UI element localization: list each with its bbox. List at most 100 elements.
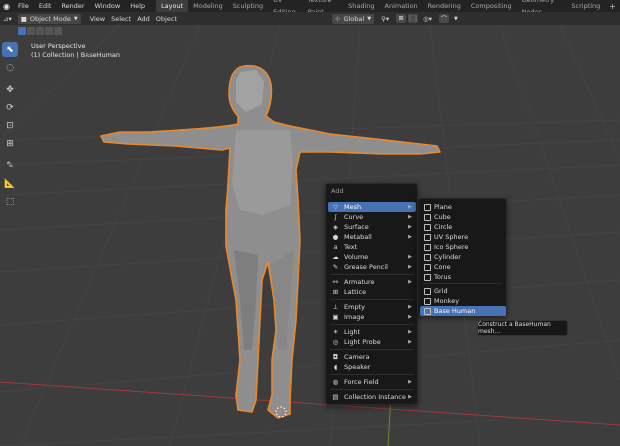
falloff-dropdown-icon[interactable]: ▼ <box>451 14 461 24</box>
add-menu-popup: Add ▽ Mesh ▶ ∫ Curve ▶ ◈ Surface ▶ ● Metaball ▶ a Tex… <box>325 183 418 405</box>
add-workspace-button[interactable]: + <box>605 2 620 11</box>
chevron-right-icon: ▶ <box>408 314 412 320</box>
menu-help[interactable]: Help <box>125 0 150 12</box>
tab-animation[interactable]: Animation <box>380 0 423 12</box>
add-menu-item-surface[interactable]: ◈ Surface ▶ <box>328 222 416 232</box>
3d-viewport[interactable] <box>0 25 620 446</box>
mesh-menu-item-ico-sphere[interactable]: Ico Sphere <box>420 242 506 252</box>
add-menu-item-speaker[interactable]: ◖ Speaker <box>328 362 416 372</box>
add-menu-item-collection-instance[interactable]: ▤ Collection Instance ▶ <box>328 392 416 402</box>
add-menu-item-image[interactable]: ▣ Image ▶ <box>328 312 416 322</box>
object-menu[interactable]: Object <box>153 14 180 24</box>
mode-dropdown[interactable]: ■ Object Mode ▼ <box>17 13 81 24</box>
mesh-menu-item-cylinder[interactable]: Cylinder <box>420 252 506 262</box>
chevron-right-icon: ▶ <box>408 214 412 220</box>
mesh-menu-item-circle[interactable]: Circle <box>420 222 506 232</box>
add-menu-item-label: Light Probe <box>344 338 381 346</box>
add-menu-item-mesh[interactable]: ▽ Mesh ▶ <box>328 202 416 212</box>
add-menu-item-label: Collection Instance <box>344 393 406 401</box>
mesh-menu-item-label: Grid <box>434 287 448 295</box>
circle-icon <box>424 223 431 231</box>
mesh-menu-item-grid[interactable]: Grid <box>420 286 506 296</box>
add-menu-item-force-field[interactable]: ◍ Force Field ▶ <box>328 377 416 387</box>
mesh-menu-item-label: Torus <box>434 273 452 281</box>
torso-shading <box>232 130 293 215</box>
add-menu-item-light-probe[interactable]: ◎ Light Probe ▶ <box>328 337 416 347</box>
mesh-menu-item-label: Cube <box>434 213 451 221</box>
add-menu-item-grease-pencil[interactable]: ✎ Grease Pencil ▶ <box>328 262 416 272</box>
add-menu[interactable]: Add <box>134 14 153 24</box>
mesh-menu-item-plane[interactable]: Plane <box>420 202 506 212</box>
header-right-controls: ⊹ Global ▼ ⚲▾ ⊠ ⋮⋮ ◎▾ ⌒ ▼ <box>332 13 461 24</box>
mesh-menu-item-base-human[interactable]: Base Human <box>420 306 506 316</box>
add-menu-item-camera[interactable]: ◘ Camera <box>328 352 416 362</box>
armature-icon: ⚯ <box>332 278 339 286</box>
curve-falloff-icon[interactable]: ⌒ <box>439 14 450 23</box>
menu-edit[interactable]: Edit <box>34 0 57 12</box>
light-icon: ☀ <box>332 328 339 336</box>
menu-divider <box>330 274 414 275</box>
add-menu-item-metaball[interactable]: ● Metaball ▶ <box>328 232 416 242</box>
proportional-edit-icon[interactable]: ◎▾ <box>420 14 435 24</box>
add-menu-item-label: Camera <box>344 353 370 361</box>
menu-window[interactable]: Window <box>90 0 126 12</box>
editor-type-icon[interactable]: ⊿▾ <box>0 14 15 24</box>
mesh-menu-item-uv-sphere[interactable]: UV Sphere <box>420 232 506 242</box>
pivot-icon[interactable]: ⚲▾ <box>378 14 392 24</box>
mesh-menu-item-cube[interactable]: Cube <box>420 212 506 222</box>
add-menu-item-label: Grease Pencil <box>344 263 388 271</box>
mesh-menu-item-monkey[interactable]: Monkey <box>420 296 506 306</box>
speaker-icon: ◖ <box>333 363 338 371</box>
menu-divider <box>330 299 414 300</box>
add-menu-item-light[interactable]: ☀ Light ▶ <box>328 327 416 337</box>
add-menu-item-label: Surface <box>344 223 369 231</box>
transform-orientation-dropdown[interactable]: ⊹ Global ▼ <box>332 13 375 24</box>
ico-sphere-icon <box>424 243 431 251</box>
chevron-right-icon: ▶ <box>408 304 412 310</box>
uv-sphere-icon <box>424 233 431 241</box>
blender-logo-icon[interactable]: ◉ <box>0 0 13 12</box>
mesh-menu-item-label: Base Human <box>434 307 476 315</box>
tab-layout[interactable]: Layout <box>156 0 189 12</box>
monkey-icon <box>424 297 431 305</box>
chevron-right-icon: ▶ <box>408 279 412 285</box>
add-menu-title: Add <box>331 187 344 195</box>
view-menu[interactable]: View <box>87 14 108 24</box>
mesh-menu-item-label: Circle <box>434 223 453 231</box>
add-menu-item-armature[interactable]: ⚯ Armature ▶ <box>328 277 416 287</box>
add-menu-item-label: Text <box>344 243 358 251</box>
menu-divider <box>330 349 414 350</box>
empty-icon: ⊥ <box>332 303 339 311</box>
tab-scripting[interactable]: Scripting <box>566 0 605 12</box>
select-menu[interactable]: Select <box>108 14 134 24</box>
floor-grid <box>0 25 620 446</box>
add-menu-item-volume[interactable]: ☁ Volume ▶ <box>328 252 416 262</box>
add-menu-item-label: Volume <box>344 253 369 261</box>
menu-divider <box>330 324 414 325</box>
tab-compositing[interactable]: Compositing <box>466 0 517 12</box>
tab-sculpting[interactable]: Sculpting <box>228 0 268 12</box>
torus-icon <box>424 273 431 281</box>
snap-target-icon[interactable]: ⋮⋮ <box>407 14 419 23</box>
cylinder-icon <box>424 253 431 261</box>
add-menu-item-label: Force Field <box>344 378 379 386</box>
mesh-menu-item-cone[interactable]: Cone <box>420 262 506 272</box>
chevron-right-icon: ▶ <box>408 234 412 240</box>
add-menu-item-lattice[interactable]: ⊞ Lattice <box>328 287 416 297</box>
add-menu-item-empty[interactable]: ⊥ Empty ▶ <box>328 302 416 312</box>
mesh-menu-item-label: Monkey <box>434 297 460 305</box>
force-field-icon: ◍ <box>332 378 339 386</box>
tab-rendering[interactable]: Rendering <box>423 0 466 12</box>
chevron-right-icon: ▶ <box>408 379 412 385</box>
menu-file[interactable]: File <box>13 0 34 12</box>
menu-render[interactable]: Render <box>56 0 89 12</box>
add-menu-item-curve[interactable]: ∫ Curve ▶ <box>328 212 416 222</box>
curve-icon: ∫ <box>333 213 338 221</box>
add-menu-item-text[interactable]: a Text <box>328 242 416 252</box>
tab-shading[interactable]: Shading <box>343 0 379 12</box>
triangle-mesh-icon: ▽ <box>333 203 338 211</box>
snap-toggle-icon[interactable]: ⊠ <box>396 14 407 23</box>
mesh-menu-item-label: Plane <box>434 203 452 211</box>
mesh-menu-item-torus[interactable]: Torus <box>420 272 506 282</box>
tab-modeling[interactable]: Modeling <box>188 0 228 12</box>
